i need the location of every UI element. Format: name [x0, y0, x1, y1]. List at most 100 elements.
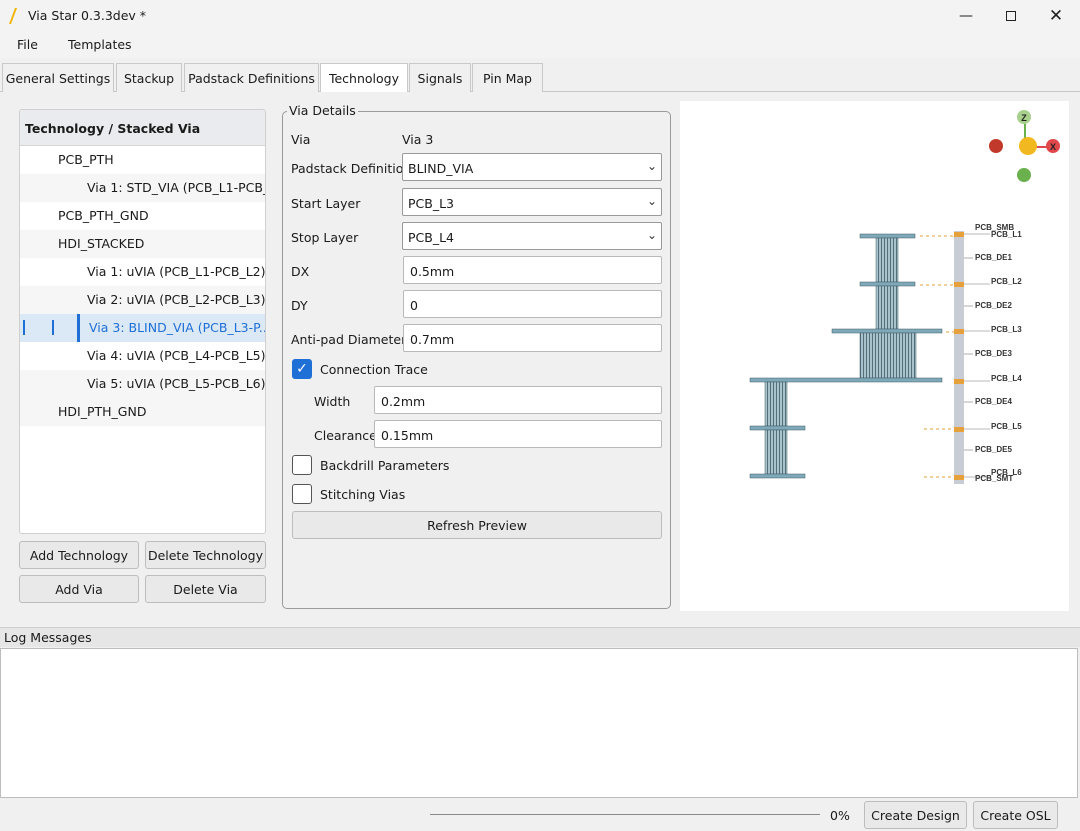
dx-input[interactable]: 0.5mm — [403, 256, 662, 284]
tree-item-hdi-stacked[interactable]: HDI_STACKED — [20, 230, 265, 258]
z-negative-handle — [1017, 168, 1031, 182]
layer-label-pcb-l4: PCB_L4 — [991, 374, 1022, 383]
stitching-vias-checkbox[interactable] — [292, 484, 312, 504]
tree-branch-marker — [52, 320, 54, 335]
stop-layer-value: PCB_L4 — [408, 230, 455, 245]
dy-input[interactable]: 0 — [403, 290, 662, 318]
menu-templates[interactable]: Templates — [68, 37, 132, 52]
stop-layer-label: Stop Layer — [291, 230, 359, 245]
tree-item-via[interactable]: Via 1: uVIA (PCB_L1-PCB_L2) — [20, 258, 265, 286]
refresh-preview-button[interactable]: Refresh Preview — [292, 511, 662, 539]
check-icon: ✓ — [296, 361, 308, 377]
create-design-button[interactable]: Create Design — [864, 801, 967, 829]
layer-labels: PCB_SMB PCB_L1 PCB_DE1 PCB_L2 PCB_DE2 PC… — [975, 223, 1022, 483]
chevron-down-icon: ⌄ — [646, 159, 657, 173]
padstack-definition-label: Padstack Definition — [291, 161, 412, 176]
log-messages-area[interactable] — [0, 648, 1078, 798]
tree-item-via[interactable]: Via 4: uVIA (PCB_L4-PCB_L5) — [20, 342, 265, 370]
layer-label-pcb-de3: PCB_DE3 — [975, 349, 1012, 358]
start-layer-select[interactable]: PCB_L3 ⌄ — [402, 188, 662, 216]
via-preview-viewport[interactable]: Z X PCB_SMB PCB_L1 PCB_DE1 PCB_L2 PCB_DE… — [680, 101, 1069, 611]
tree-item-via[interactable]: Via 2: uVIA (PCB_L2-PCB_L3) — [20, 286, 265, 314]
layer-label-pcb-de5: PCB_DE5 — [975, 445, 1012, 454]
app-logo-icon — [9, 8, 17, 24]
tree-item-hdi-pth-gnd[interactable]: HDI_PTH_GND — [20, 398, 265, 426]
chevron-down-icon: ⌄ — [646, 228, 657, 242]
delete-via-button[interactable]: Delete Via — [145, 575, 266, 603]
layer-stack-bar — [954, 231, 964, 484]
selection-indicator — [77, 314, 80, 342]
layer-label-pcb-smt: PCB_SMT — [975, 474, 1013, 483]
connection-trace-label: Connection Trace — [320, 362, 428, 377]
close-button[interactable]: ✕ — [1033, 0, 1079, 32]
anti-pad-diameter-label: Anti-pad Diameter — [291, 332, 407, 347]
minimize-icon: — — [959, 8, 973, 24]
axis-gizmo: Z X — [989, 110, 1060, 182]
menu-bar — [0, 32, 1080, 58]
layer-label-pcb-l1: PCB_L1 — [991, 230, 1022, 239]
tab-padstack-definitions[interactable]: Padstack Definitions — [184, 63, 319, 92]
layer-label-pcb-l2: PCB_L2 — [991, 277, 1022, 286]
tree-item-via[interactable]: Via 1: STD_VIA (PCB_L1-PCB_... — [20, 174, 265, 202]
backdrill-parameters-checkbox[interactable] — [292, 455, 312, 475]
tab-signals[interactable]: Signals — [409, 63, 471, 92]
tree-branch-marker — [23, 320, 25, 335]
progress-text: 0% — [830, 808, 850, 823]
stop-layer-select[interactable]: PCB_L4 ⌄ — [402, 222, 662, 250]
tab-technology[interactable]: Technology — [320, 63, 408, 93]
layer-label-pcb-l5: PCB_L5 — [991, 422, 1022, 431]
anti-pad-diameter-input[interactable]: 0.7mm — [403, 324, 662, 352]
tab-stackup[interactable]: Stackup — [116, 63, 182, 92]
title-bar — [0, 0, 1080, 32]
stacked-via-model — [749, 233, 943, 479]
start-layer-label: Start Layer — [291, 196, 361, 211]
dx-label: DX — [291, 264, 310, 279]
minimize-button[interactable]: — — [943, 0, 989, 32]
chevron-down-icon: ⌄ — [646, 194, 657, 208]
delete-technology-button[interactable]: Delete Technology — [145, 541, 266, 569]
clearance-label: Clearance — [314, 428, 377, 443]
via-details-title: Via Details — [287, 103, 358, 118]
width-input[interactable]: 0.2mm — [374, 386, 662, 414]
tree-header: Technology / Stacked Via — [20, 110, 265, 146]
layer-label-pcb-l3: PCB_L3 — [991, 325, 1022, 334]
add-technology-button[interactable]: Add Technology — [19, 541, 139, 569]
stitching-vias-label: Stitching Vias — [320, 487, 406, 502]
create-osl-button[interactable]: Create OSL — [973, 801, 1058, 829]
via-label: Via — [291, 132, 311, 147]
close-icon: ✕ — [1048, 6, 1064, 26]
tab-pin-map[interactable]: Pin Map — [472, 63, 543, 92]
clearance-input[interactable]: 0.15mm — [374, 420, 662, 448]
dy-label: DY — [291, 298, 308, 313]
y-axis-handle — [989, 139, 1003, 153]
tree-item-pcb-pth-gnd[interactable]: PCB_PTH_GND — [20, 202, 265, 230]
maximize-icon — [1006, 11, 1016, 21]
log-messages-label: Log Messages — [4, 630, 92, 645]
connection-trace-checkbox[interactable]: ✓ — [292, 359, 312, 379]
layer-label-pcb-de2: PCB_DE2 — [975, 301, 1012, 310]
padstack-definition-value: BLIND_VIA — [408, 161, 474, 176]
via-value: Via 3 — [402, 132, 434, 147]
start-layer-value: PCB_L3 — [408, 196, 455, 211]
technology-tree[interactable]: Technology / Stacked Via PCB_PTH Via 1: … — [19, 109, 266, 534]
layer-label-pcb-de4: PCB_DE4 — [975, 397, 1012, 406]
tree-item-via-selected[interactable]: Via 3: BLIND_VIA (PCB_L3-P... — [20, 314, 265, 342]
origin-handle — [1019, 137, 1037, 155]
width-label: Width — [314, 394, 351, 409]
x-axis-label: X — [1050, 142, 1056, 152]
tree-item-pcb-pth[interactable]: PCB_PTH — [20, 146, 265, 174]
add-via-button[interactable]: Add Via — [19, 575, 139, 603]
backdrill-parameters-label: Backdrill Parameters — [320, 458, 450, 473]
log-header — [0, 627, 1080, 647]
progress-bar — [430, 814, 820, 815]
maximize-button[interactable] — [988, 0, 1034, 32]
tab-general-settings[interactable]: General Settings — [2, 63, 114, 92]
z-axis-label: Z — [1021, 113, 1027, 123]
menu-file[interactable]: File — [17, 37, 38, 52]
layer-label-pcb-de1: PCB_DE1 — [975, 253, 1012, 262]
via-preview-canvas: Z X PCB_SMB PCB_L1 PCB_DE1 PCB_L2 PCB_DE… — [749, 110, 1060, 484]
tree-item-via[interactable]: Via 5: uVIA (PCB_L5-PCB_L6) — [20, 370, 265, 398]
tree-item-label: Via 3: BLIND_VIA (PCB_L3-P... — [89, 320, 265, 335]
padstack-definition-select[interactable]: BLIND_VIA ⌄ — [402, 153, 662, 181]
window-title: Via Star 0.3.3dev * — [28, 8, 147, 23]
